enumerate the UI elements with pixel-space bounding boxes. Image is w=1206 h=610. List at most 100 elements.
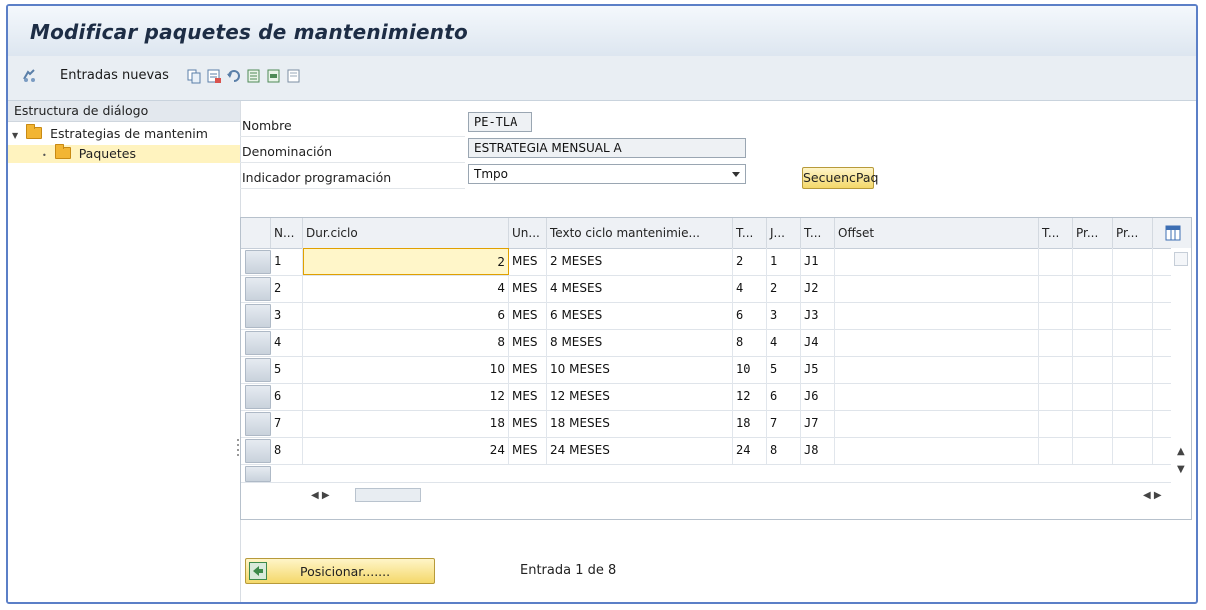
scroll-down-icon[interactable]: ▼: [1177, 464, 1185, 475]
cell-texto[interactable]: 2 MESES: [547, 248, 733, 275]
cell-dur[interactable]: 2: [303, 248, 509, 275]
cell-empty[interactable]: [1073, 383, 1113, 410]
cell-empty[interactable]: [1039, 275, 1073, 302]
cell-empty[interactable]: [1073, 302, 1113, 329]
cell-empty[interactable]: [835, 248, 1039, 275]
cell-n: 5: [271, 356, 303, 383]
cell-empty[interactable]: [1113, 329, 1153, 356]
cell-empty[interactable]: [1039, 248, 1073, 275]
select-all-rows-box[interactable]: [1174, 252, 1188, 266]
cell-dur[interactable]: 12: [303, 383, 509, 410]
cell-empty[interactable]: [1073, 437, 1113, 464]
row-selector[interactable]: [245, 250, 271, 274]
cell-empty[interactable]: [835, 275, 1039, 302]
cell-texto[interactable]: 8 MESES: [547, 329, 733, 356]
cell-empty[interactable]: [1073, 356, 1113, 383]
cell-texto[interactable]: 10 MESES: [547, 356, 733, 383]
cell-dur[interactable]: 24: [303, 437, 509, 464]
header-unidad[interactable]: Un...: [509, 218, 547, 248]
scroll-right-icon[interactable]: ◀ ▶: [1143, 490, 1162, 501]
header-n[interactable]: N...: [271, 218, 303, 248]
undo-icon: [227, 70, 240, 82]
cell-empty[interactable]: [1039, 437, 1073, 464]
row-selector[interactable]: [245, 331, 271, 355]
row-selector[interactable]: [245, 466, 271, 482]
tree-item-strategies[interactable]: ▼ Estrategias de mantenim: [12, 124, 208, 143]
row-selector[interactable]: [245, 358, 271, 382]
select-block-button[interactable]: [266, 68, 282, 84]
cell-texto[interactable]: 12 MESES: [547, 383, 733, 410]
row-selector[interactable]: [245, 304, 271, 328]
new-entries-label: Entradas nuevas: [60, 68, 169, 83]
cell-empty[interactable]: [1039, 410, 1073, 437]
cell-empty[interactable]: [1113, 383, 1153, 410]
scroll-left-icon[interactable]: ◀ ▶: [311, 490, 330, 501]
cell-dur[interactable]: 18: [303, 410, 509, 437]
cell-empty[interactable]: [1113, 275, 1153, 302]
deselect-button[interactable]: [286, 68, 302, 84]
cell-un: MES: [509, 248, 547, 275]
cell-empty[interactable]: [835, 383, 1039, 410]
tree-item-packages[interactable]: • Paquetes: [8, 144, 240, 163]
cell-empty[interactable]: [1113, 302, 1153, 329]
table-row: 4 8 MES 8 MESES 8 4 J4: [241, 329, 1191, 357]
vertical-scrollbar[interactable]: ▲ ▼: [1171, 248, 1191, 519]
undo-button[interactable]: [226, 68, 242, 84]
cell-dur[interactable]: 6: [303, 302, 509, 329]
cell-empty[interactable]: [1073, 275, 1113, 302]
header-t3[interactable]: T...: [1039, 218, 1073, 248]
cell-dur[interactable]: 8: [303, 329, 509, 356]
header-t2[interactable]: T...: [801, 218, 835, 248]
header-pr1[interactable]: Pr...: [1073, 218, 1113, 248]
cell-empty[interactable]: [1039, 383, 1073, 410]
cell-empty[interactable]: [835, 410, 1039, 437]
new-entries-button[interactable]: Entradas nuevas: [54, 68, 169, 83]
scroll-up-icon[interactable]: ▲: [1177, 446, 1185, 457]
cell-empty[interactable]: [835, 302, 1039, 329]
expand-arrow-icon[interactable]: ▼: [12, 131, 18, 140]
cell-empty[interactable]: [835, 437, 1039, 464]
cell-empty[interactable]: [1113, 410, 1153, 437]
cell-empty[interactable]: [1039, 356, 1073, 383]
select-all-button[interactable]: [246, 68, 262, 84]
delete-button[interactable]: [206, 68, 222, 84]
row-selector[interactable]: [245, 439, 271, 463]
header-texto-ciclo[interactable]: Texto ciclo mantenimie...: [547, 218, 733, 248]
cell-empty[interactable]: [835, 356, 1039, 383]
cell-empty[interactable]: [1073, 248, 1113, 275]
horizontal-scrollbar[interactable]: ◀ ▶ ◀ ▶: [241, 482, 1191, 510]
cell-texto[interactable]: 24 MESES: [547, 437, 733, 464]
cell-empty[interactable]: [1113, 248, 1153, 275]
column-settings-button[interactable]: [1153, 218, 1193, 248]
cell-dur[interactable]: 10: [303, 356, 509, 383]
cell-empty[interactable]: [1113, 356, 1153, 383]
header-row-selector[interactable]: [241, 218, 271, 248]
header-dur-ciclo[interactable]: Dur.ciclo: [303, 218, 509, 248]
cell-empty[interactable]: [1073, 410, 1113, 437]
row-selector[interactable]: [245, 277, 271, 301]
header-j[interactable]: J...: [767, 218, 801, 248]
nombre-field[interactable]: PE-TLA: [468, 112, 532, 132]
cell-empty[interactable]: [1039, 329, 1073, 356]
cell-dur[interactable]: 4: [303, 275, 509, 302]
display-change-button[interactable]: [22, 68, 38, 84]
copy-button[interactable]: [186, 68, 202, 84]
chevron-down-icon[interactable]: [732, 172, 740, 177]
header-t1[interactable]: T...: [733, 218, 767, 248]
cell-texto[interactable]: 4 MESES: [547, 275, 733, 302]
secuencia-paquetes-button[interactable]: SecuencPaq: [802, 167, 878, 189]
posicionar-button[interactable]: Posicionar.......: [245, 558, 435, 584]
denominacion-field[interactable]: ESTRATEGIA MENSUAL A: [468, 138, 746, 158]
cell-empty[interactable]: [835, 329, 1039, 356]
cell-empty[interactable]: [1073, 329, 1113, 356]
header-offset[interactable]: Offset: [835, 218, 1039, 248]
cell-empty[interactable]: [1039, 302, 1073, 329]
header-pr2[interactable]: Pr...: [1113, 218, 1153, 248]
cell-texto[interactable]: 6 MESES: [547, 302, 733, 329]
cell-empty[interactable]: [1113, 437, 1153, 464]
row-selector[interactable]: [245, 412, 271, 436]
scroll-thumb[interactable]: [355, 488, 421, 502]
row-selector[interactable]: [245, 385, 271, 409]
cell-texto[interactable]: 18 MESES: [547, 410, 733, 437]
indicador-select[interactable]: Tmpo: [468, 164, 746, 184]
